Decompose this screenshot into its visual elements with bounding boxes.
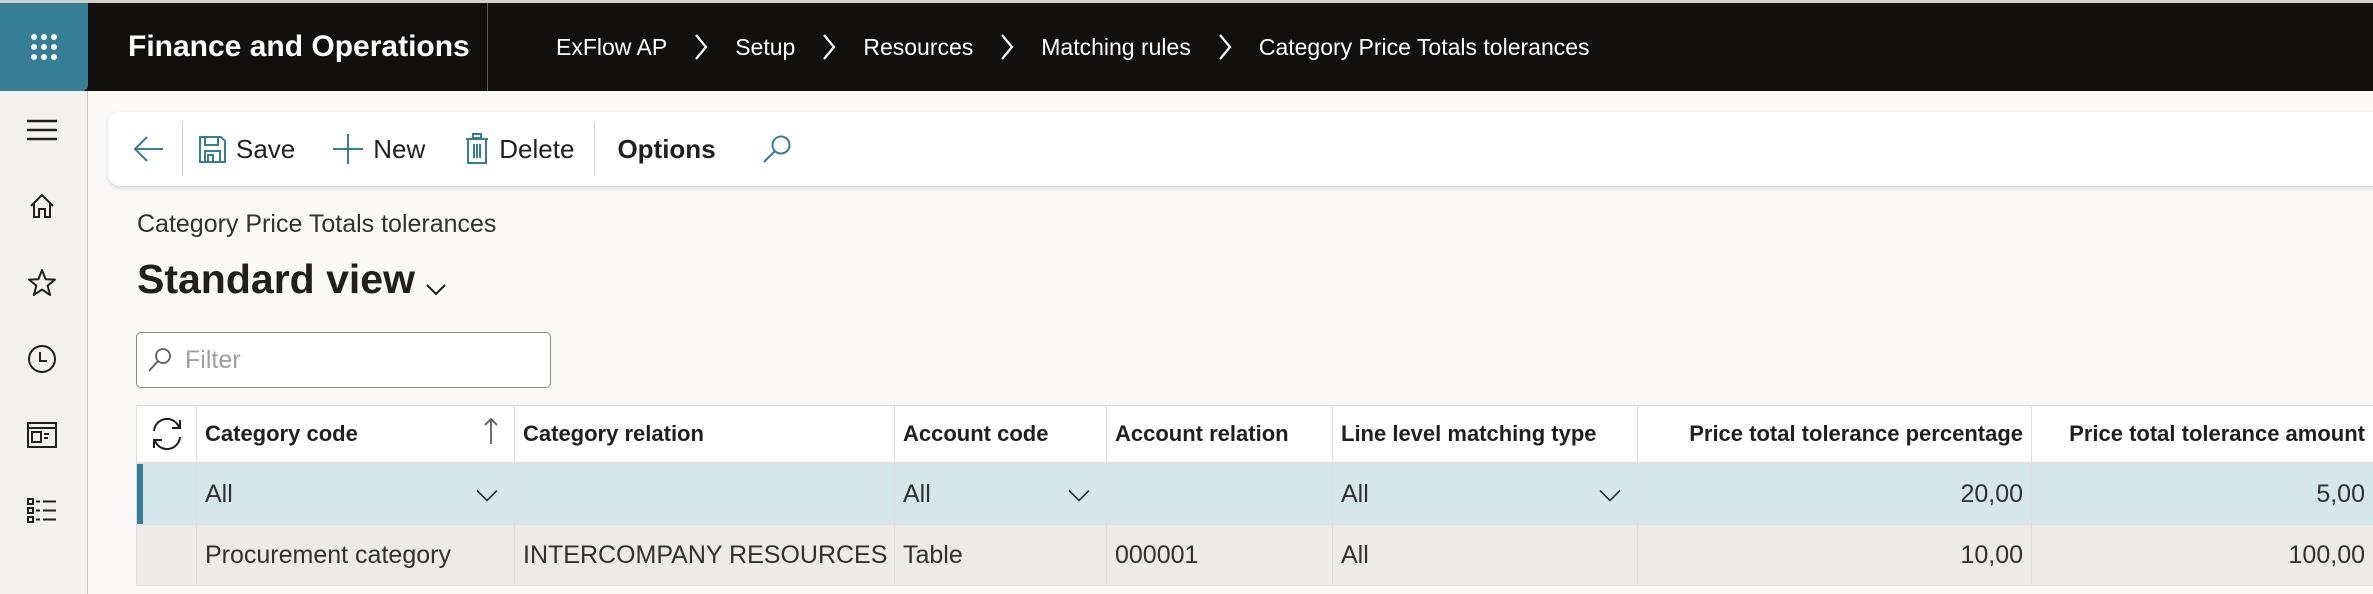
rail-home-button[interactable] [20, 184, 64, 228]
table-row[interactable]: All All All 20,00 5,00 [136, 464, 2373, 525]
star-icon [28, 269, 56, 296]
rail-menu-button[interactable] [20, 108, 64, 152]
refresh-icon [152, 417, 181, 451]
sort-ascending-icon [484, 417, 498, 451]
hamburger-icon [27, 119, 57, 141]
new-button[interactable]: New [333, 122, 425, 176]
rail-favorites-button[interactable] [20, 261, 64, 305]
breadcrumb-item-resources[interactable]: Resources [863, 34, 973, 61]
breadcrumb-item-matching-rules[interactable]: Matching rules [1041, 34, 1191, 61]
line-level-matching-type-cell[interactable]: All [1332, 525, 1637, 585]
column-header-price-total-tolerance-percentage[interactable]: Price total tolerance percentage [1637, 406, 2031, 462]
chevron-right-icon [989, 33, 1025, 61]
account-relation-field[interactable] [1106, 464, 1332, 524]
options-tab[interactable]: Options [617, 122, 715, 176]
refresh-button[interactable] [136, 406, 196, 462]
row-selector[interactable] [136, 464, 196, 524]
data-grid: Category code Category relation Account … [136, 405, 2373, 586]
view-name: Standard view [137, 256, 415, 302]
chevron-down-icon [425, 260, 447, 307]
save-button[interactable]: Save [199, 122, 295, 176]
back-arrow-icon [133, 136, 163, 162]
column-header-account-relation[interactable]: Account relation [1106, 406, 1332, 462]
top-nav-bar: Finance and Operations ExFlow AP Setup R… [0, 0, 2373, 91]
app-launcher-button[interactable] [0, 3, 88, 91]
chevron-right-icon [683, 33, 719, 61]
column-header-account-code[interactable]: Account code [894, 406, 1106, 462]
price-total-tolerance-amount-field[interactable]: 5,00 [2031, 464, 2373, 524]
breadcrumb-item-current[interactable]: Category Price Totals tolerances [1259, 34, 1590, 61]
category-relation-cell[interactable]: INTERCOMPANY RESOURCES [514, 525, 894, 585]
filter-input[interactable] [185, 345, 525, 375]
form-caption: Category Price Totals tolerances [137, 210, 497, 238]
chevron-right-icon [811, 33, 847, 61]
search-button[interactable] [762, 122, 792, 176]
price-total-tolerance-percentage-cell[interactable]: 10,00 [1637, 525, 2031, 585]
account-code-cell[interactable]: Table [894, 525, 1106, 585]
navigation-rail [0, 91, 88, 594]
price-total-tolerance-percentage-field[interactable]: 20,00 [1637, 464, 2031, 524]
app-launcher-icon [31, 34, 57, 60]
app-title: Finance and Operations [88, 3, 488, 91]
chevron-down-icon [1068, 480, 1090, 509]
breadcrumb: ExFlow AP Setup Resources Matching rules… [488, 33, 1590, 61]
column-header-category-relation[interactable]: Category relation [514, 406, 894, 462]
row-selector[interactable] [136, 525, 196, 585]
search-icon [148, 348, 171, 372]
divider [594, 122, 596, 176]
trash-icon [466, 133, 489, 164]
column-header-category-code[interactable]: Category code [196, 406, 514, 462]
workspace-icon [27, 422, 57, 448]
table-row[interactable]: Procurement category INTERCOMPANY RESOUR… [136, 525, 2373, 586]
category-relation-field[interactable] [514, 464, 894, 524]
rail-modules-button[interactable] [20, 489, 64, 533]
chevron-right-icon [1207, 33, 1243, 61]
back-button[interactable] [130, 122, 168, 176]
column-header-line-level-matching-type[interactable]: Line level matching type [1332, 406, 1637, 462]
category-code-dropdown[interactable]: All [196, 464, 514, 524]
grid-header-row: Category code Category relation Account … [136, 405, 2373, 464]
view-selector[interactable]: Standard view [137, 252, 447, 307]
delete-button[interactable]: Delete [465, 122, 574, 176]
chevron-down-icon [476, 480, 498, 509]
action-pane: Save New Delete Options [108, 112, 2373, 186]
breadcrumb-item-setup[interactable]: Setup [735, 34, 795, 61]
home-icon [30, 193, 54, 218]
account-relation-cell[interactable]: 000001 [1106, 525, 1332, 585]
rail-workspaces-button[interactable] [20, 413, 64, 457]
divider [182, 122, 183, 176]
breadcrumb-item-exflow-ap[interactable]: ExFlow AP [556, 34, 667, 61]
column-header-price-total-tolerance-amount[interactable]: Price total tolerance amount [2031, 406, 2373, 462]
category-code-cell[interactable]: Procurement category [196, 525, 514, 585]
rail-recent-button[interactable] [20, 337, 64, 381]
price-total-tolerance-amount-cell[interactable]: 100,00 [2031, 525, 2373, 585]
line-level-matching-type-dropdown[interactable]: All [1332, 464, 1637, 524]
search-icon [762, 135, 791, 163]
filter-field[interactable] [136, 332, 551, 388]
clock-icon [28, 345, 56, 373]
plus-icon [333, 134, 364, 164]
account-code-dropdown[interactable]: All [894, 464, 1106, 524]
save-icon [199, 135, 226, 163]
list-icon [27, 498, 56, 523]
chevron-down-icon [1599, 480, 1621, 509]
